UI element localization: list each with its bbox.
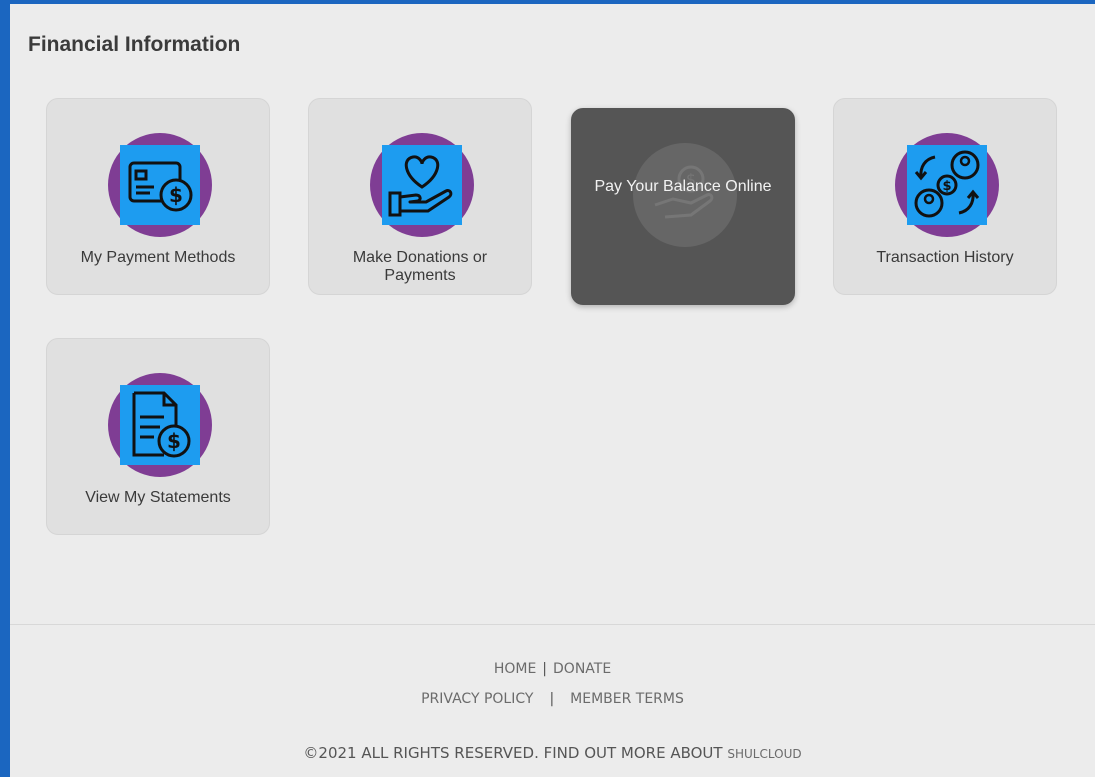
shulcloud-link[interactable]: SHULCLOUD xyxy=(727,747,801,761)
content-panel: Financial Information $ My Payment Metho… xyxy=(10,4,1095,777)
wallet-dollar-icon: $ xyxy=(128,161,193,212)
tile-label: My Payment Methods xyxy=(80,249,236,266)
people-exchange-icon: $ xyxy=(914,150,980,218)
tile-label: Make Donations or Payments xyxy=(352,249,488,284)
footer-privacy-link[interactable]: PRIVACY POLICY xyxy=(421,691,533,707)
page-title: Financial Information xyxy=(28,33,241,56)
tile-icon-circle: $ xyxy=(108,133,212,237)
tile-my-payment-methods[interactable]: $ My Payment Methods xyxy=(46,98,270,295)
tile-view-statements[interactable]: $ View My Statements xyxy=(46,338,270,535)
svg-text:$: $ xyxy=(167,429,181,453)
tile-icon-circle: $ xyxy=(108,373,212,477)
footer-donate-link[interactable]: DONATE xyxy=(553,661,611,677)
tile-make-donations[interactable]: Make Donations or Payments xyxy=(308,98,532,295)
tile-label: Transaction History xyxy=(876,249,1014,266)
footer-divider xyxy=(10,624,1095,625)
tile-icon-circle xyxy=(370,133,474,237)
heart-hand-icon xyxy=(388,155,453,217)
copyright-text: ©2021 ALL RIGHTS RESERVED. FIND OUT MORE… xyxy=(303,744,723,762)
tile-label: View My Statements xyxy=(85,489,231,506)
footer-home-link[interactable]: HOME xyxy=(494,661,536,677)
footer-separator: | xyxy=(549,691,555,707)
tile-transaction-history[interactable]: $ Transaction History xyxy=(833,98,1057,295)
footer-copyright: ©2021 ALL RIGHTS RESERVED. FIND OUT MORE… xyxy=(10,744,1095,762)
document-dollar-icon: $ xyxy=(132,391,191,458)
tile-label: Pay Your Balance Online xyxy=(594,178,772,195)
footer-terms-link[interactable]: MEMBER TERMS xyxy=(570,691,684,707)
svg-text:$: $ xyxy=(169,183,183,207)
tile-icon-circle: $ xyxy=(895,133,999,237)
footer-nav-secondary: PRIVACY POLICY | MEMBER TERMS xyxy=(10,691,1095,707)
svg-text:$: $ xyxy=(942,179,951,194)
tile-pay-balance-online[interactable]: $ Pay Your Balance Online xyxy=(571,108,795,305)
footer-separator: | xyxy=(542,661,548,677)
footer-nav-primary: HOME | DONATE xyxy=(10,661,1095,677)
